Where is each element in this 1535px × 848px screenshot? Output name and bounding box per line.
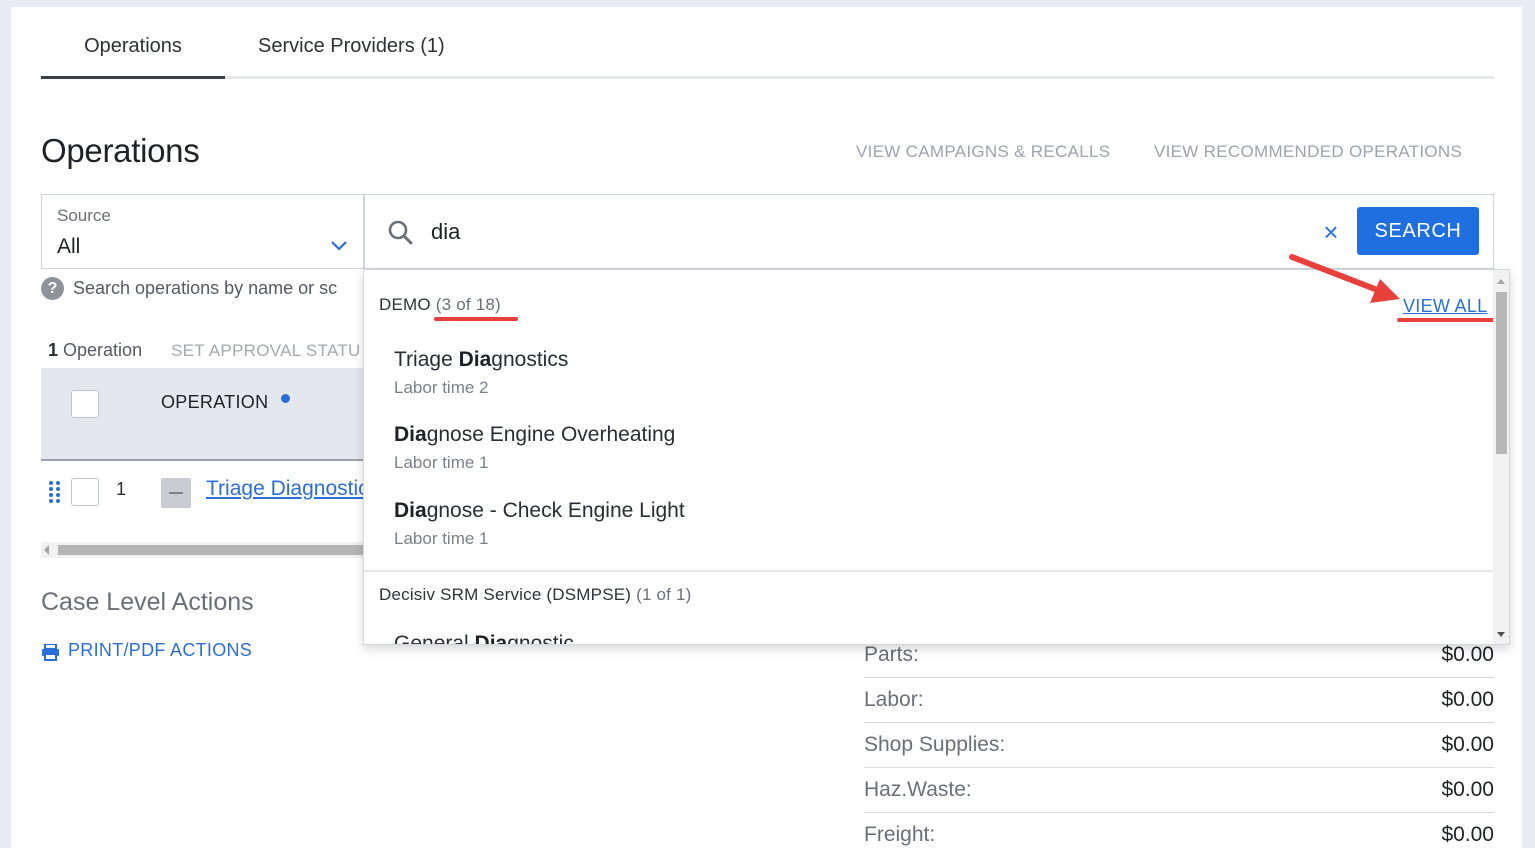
scroll-left-icon[interactable] <box>44 545 49 555</box>
column-operation: OPERATION <box>161 392 268 413</box>
operation-link[interactable]: Triage Diagnostics <box>206 477 366 501</box>
drag-handle-icon[interactable] <box>48 479 62 505</box>
result-labor-time: Labor time 1 <box>394 453 489 473</box>
source-select[interactable]: Source All <box>41 194 364 269</box>
help-text: Search operations by name or sc <box>73 278 363 299</box>
row-checkbox[interactable] <box>71 478 99 506</box>
totals-row-shop-supplies: Shop Supplies: $0.00 <box>864 723 1494 768</box>
tab-operations[interactable]: Operations <box>41 35 225 79</box>
required-dot-icon <box>281 394 290 403</box>
result-item[interactable]: Triage Diagnostics Labor time 2 <box>394 348 1454 413</box>
row-number: 1 <box>116 479 126 500</box>
operations-table-header: OPERATION <box>41 368 371 461</box>
total-value: $0.00 <box>1441 778 1494 802</box>
total-label: Parts: <box>864 643 919 667</box>
result-title: General Diagnostic <box>394 632 574 645</box>
totals-row-freight: Freight: $0.00 <box>864 813 1494 848</box>
search-results-dropdown: DEMO (3 of 18) VIEW ALL Triage Diagnosti… <box>363 269 1510 645</box>
case-level-actions-title: Case Level Actions <box>41 588 254 617</box>
group-header-decisiv: Decisiv SRM Service (DSMPSE) (1 of 1) <box>379 585 692 605</box>
total-label: Freight: <box>864 823 935 847</box>
printer-icon <box>41 644 60 661</box>
total-value: $0.00 <box>1441 733 1494 757</box>
result-item[interactable]: Diagnose Engine Overheating Labor time 1 <box>394 423 1454 488</box>
result-title: Diagnose - Check Engine Light <box>394 499 685 523</box>
view-campaigns-link[interactable]: VIEW CAMPAIGNS & RECALLS <box>856 142 1110 162</box>
search-icon <box>387 219 415 247</box>
total-label: Haz.Waste: <box>864 778 972 802</box>
source-value: All <box>57 235 80 259</box>
result-labor-time: Labor time 1 <box>394 529 489 549</box>
totals-row-labor: Labor: $0.00 <box>864 678 1494 723</box>
scroll-up-icon[interactable] <box>1497 279 1505 284</box>
result-title: Diagnose Engine Overheating <box>394 423 675 447</box>
print-pdf-actions-label: PRINT/PDF ACTIONS <box>68 640 252 661</box>
tab-service-providers[interactable]: Service Providers (1) <box>258 35 445 79</box>
source-label: Source <box>57 206 111 226</box>
result-item[interactable]: Diagnose - Check Engine Light Labor time… <box>394 499 1454 564</box>
collapse-row-button[interactable] <box>161 478 191 508</box>
scroll-down-icon[interactable] <box>1497 632 1505 637</box>
operation-count: 1 Operation <box>48 340 142 361</box>
totals-summary: Parts: $0.00 Labor: $0.00 Shop Supplies:… <box>864 633 1494 848</box>
clear-icon[interactable]: × <box>1319 217 1343 247</box>
vertical-scrollbar[interactable] <box>1493 270 1510 645</box>
group-header-demo: DEMO (3 of 18) <box>379 295 501 315</box>
total-value: $0.00 <box>1441 643 1494 667</box>
result-item[interactable]: General Diagnostic <box>394 632 1454 645</box>
group-divider <box>364 570 1494 572</box>
annotation-underline <box>434 317 518 321</box>
total-value: $0.00 <box>1441 688 1494 712</box>
annotation-arrow-icon <box>1276 247 1416 317</box>
total-label: Labor: <box>864 688 924 712</box>
horizontal-scrollbar[interactable] <box>41 542 371 558</box>
result-title: Triage Diagnostics <box>394 348 568 372</box>
chevron-down-icon <box>329 235 349 255</box>
total-value: $0.00 <box>1441 823 1494 847</box>
page: Operations Service Providers (1) Operati… <box>11 7 1522 848</box>
result-labor-time: Labor time 2 <box>394 378 489 398</box>
tab-bar: Operations Service Providers (1) <box>41 7 1494 79</box>
view-recommended-link[interactable]: VIEW RECOMMENDED OPERATIONS <box>1154 142 1462 162</box>
table-row: 1 Triage Diagnostics <box>41 463 371 533</box>
total-label: Shop Supplies: <box>864 733 1005 757</box>
help-icon[interactable]: ? <box>41 277 64 300</box>
totals-row-haz-waste: Haz.Waste: $0.00 <box>864 768 1494 813</box>
set-approval-status-button[interactable]: SET APPROVAL STATUS <box>171 341 361 361</box>
search-input[interactable] <box>431 215 1291 249</box>
page-title: Operations <box>41 132 199 170</box>
select-all-checkbox[interactable] <box>71 390 99 418</box>
scrollbar-thumb[interactable] <box>1496 292 1507 454</box>
scrollbar-thumb[interactable] <box>58 545 371 555</box>
annotation-underline <box>1397 318 1499 322</box>
